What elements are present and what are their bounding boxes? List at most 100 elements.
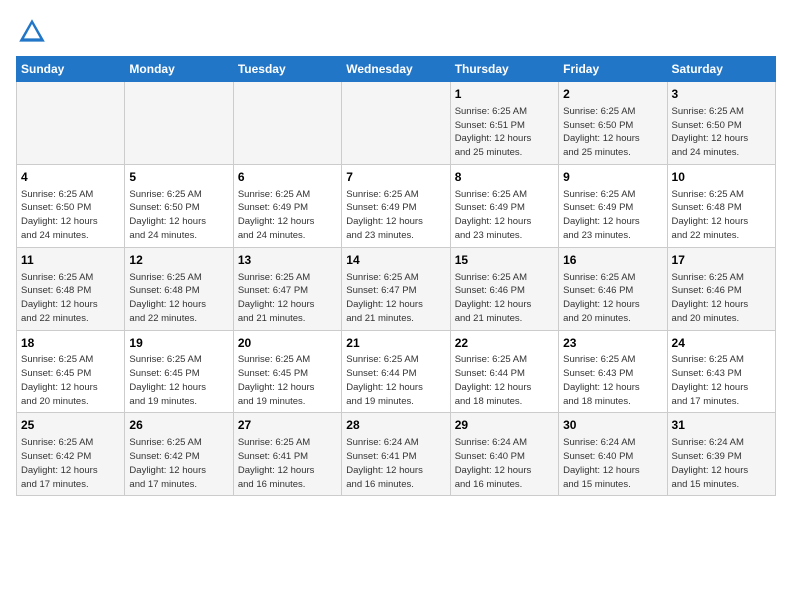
day-number: 3 [672,86,771,103]
calendar-cell: 13 Sunrise: 6:25 AM Sunset: 6:47 PM Dayli… [233,247,341,330]
day-number: 22 [455,335,554,352]
day-number: 14 [346,252,445,269]
day-info: Sunrise: 6:25 AM Sunset: 6:45 PM Dayligh… [238,353,337,408]
day-info: Sunrise: 6:25 AM Sunset: 6:49 PM Dayligh… [238,188,337,243]
day-number: 18 [21,335,120,352]
day-number: 29 [455,417,554,434]
day-info: Sunrise: 6:25 AM Sunset: 6:46 PM Dayligh… [455,271,554,326]
calendar-cell [17,82,125,165]
calendar-cell [233,82,341,165]
day-of-week-header: Sunday [17,57,125,82]
day-number: 10 [672,169,771,186]
day-number: 31 [672,417,771,434]
days-of-week-row: SundayMondayTuesdayWednesdayThursdayFrid… [17,57,776,82]
calendar-cell: 30Sunrise: 6:24 AM Sunset: 6:40 PM Dayli… [559,413,667,496]
day-number: 30 [563,417,662,434]
page-header [16,16,776,48]
day-of-week-header: Saturday [667,57,775,82]
day-of-week-header: Monday [125,57,233,82]
day-number: 26 [129,417,228,434]
day-info: Sunrise: 6:25 AM Sunset: 6:46 PM Dayligh… [563,271,662,326]
calendar-cell: 22Sunrise: 6:25 AM Sunset: 6:44 PM Dayli… [450,330,558,413]
calendar-cell: 31 Sunrise: 6:24 AM Sunset: 6:39 PM Dayli… [667,413,775,496]
day-number: 13 [238,252,337,269]
calendar-table: SundayMondayTuesdayWednesdayThursdayFrid… [16,56,776,496]
day-info: Sunrise: 6:25 AM Sunset: 6:43 PM Dayligh… [672,353,771,408]
calendar-cell: 29Sunrise: 6:24 AM Sunset: 6:40 PM Dayli… [450,413,558,496]
calendar-week-row: 4 Sunrise: 6:25 AM Sunset: 6:50 PM Daylig… [17,164,776,247]
day-info: Sunrise: 6:25 AM Sunset: 6:42 PM Dayligh… [129,436,228,491]
day-number: 11 [21,252,120,269]
calendar-cell: 17 Sunrise: 6:25 AM Sunset: 6:46 PM Dayli… [667,247,775,330]
day-number: 24 [672,335,771,352]
calendar-cell: 23Sunrise: 6:25 AM Sunset: 6:43 PM Dayli… [559,330,667,413]
day-number: 17 [672,252,771,269]
day-info: Sunrise: 6:25 AM Sunset: 6:48 PM Dayligh… [129,271,228,326]
day-number: 25 [21,417,120,434]
day-info: Sunrise: 6:25 AM Sunset: 6:48 PM Dayligh… [21,271,120,326]
day-number: 20 [238,335,337,352]
day-info: Sunrise: 6:25 AM Sunset: 6:44 PM Dayligh… [346,353,445,408]
calendar-week-row: 18 Sunrise: 6:25 AM Sunset: 6:45 PM Dayli… [17,330,776,413]
calendar-cell: 19Sunrise: 6:25 AM Sunset: 6:45 PM Dayli… [125,330,233,413]
calendar-cell: 7 Sunrise: 6:25 AM Sunset: 6:49 PM Daylig… [342,164,450,247]
day-number: 19 [129,335,228,352]
day-number: 1 [455,86,554,103]
day-number: 4 [21,169,120,186]
day-info: Sunrise: 6:25 AM Sunset: 6:50 PM Dayligh… [21,188,120,243]
day-number: 9 [563,169,662,186]
day-info: Sunrise: 6:25 AM Sunset: 6:49 PM Dayligh… [346,188,445,243]
logo [16,16,52,48]
calendar-cell [125,82,233,165]
day-number: 28 [346,417,445,434]
calendar-cell: 24Sunrise: 6:25 AM Sunset: 6:43 PM Dayli… [667,330,775,413]
calendar-cell: 11 Sunrise: 6:25 AM Sunset: 6:48 PM Dayli… [17,247,125,330]
calendar-cell: 21Sunrise: 6:25 AM Sunset: 6:44 PM Dayli… [342,330,450,413]
day-info: Sunrise: 6:25 AM Sunset: 6:47 PM Dayligh… [238,271,337,326]
calendar-cell: 9 Sunrise: 6:25 AM Sunset: 6:49 PM Daylig… [559,164,667,247]
day-info: Sunrise: 6:25 AM Sunset: 6:43 PM Dayligh… [563,353,662,408]
day-number: 12 [129,252,228,269]
calendar-cell: 25 Sunrise: 6:25 AM Sunset: 6:42 PM Dayli… [17,413,125,496]
calendar-cell: 8Sunrise: 6:25 AM Sunset: 6:49 PM Daylig… [450,164,558,247]
day-number: 5 [129,169,228,186]
day-number: 23 [563,335,662,352]
day-of-week-header: Tuesday [233,57,341,82]
calendar-cell [342,82,450,165]
day-info: Sunrise: 6:25 AM Sunset: 6:46 PM Dayligh… [672,271,771,326]
day-of-week-header: Wednesday [342,57,450,82]
day-number: 8 [455,169,554,186]
day-number: 2 [563,86,662,103]
day-info: Sunrise: 6:24 AM Sunset: 6:41 PM Dayligh… [346,436,445,491]
calendar-cell: 3 Sunrise: 6:25 AM Sunset: 6:50 PM Daylig… [667,82,775,165]
day-number: 16 [563,252,662,269]
day-info: Sunrise: 6:24 AM Sunset: 6:39 PM Dayligh… [672,436,771,491]
calendar-cell: 26 Sunrise: 6:25 AM Sunset: 6:42 PM Dayli… [125,413,233,496]
day-info: Sunrise: 6:25 AM Sunset: 6:42 PM Dayligh… [21,436,120,491]
day-info: Sunrise: 6:25 AM Sunset: 6:44 PM Dayligh… [455,353,554,408]
day-of-week-header: Thursday [450,57,558,82]
day-info: Sunrise: 6:25 AM Sunset: 6:49 PM Dayligh… [563,188,662,243]
day-info: Sunrise: 6:25 AM Sunset: 6:50 PM Dayligh… [563,105,662,160]
calendar-cell: 6 Sunrise: 6:25 AM Sunset: 6:49 PM Daylig… [233,164,341,247]
logo-icon [16,16,48,48]
calendar-cell: 4 Sunrise: 6:25 AM Sunset: 6:50 PM Daylig… [17,164,125,247]
day-number: 6 [238,169,337,186]
day-number: 15 [455,252,554,269]
calendar-cell: 10 Sunrise: 6:25 AM Sunset: 6:48 PM Dayli… [667,164,775,247]
day-number: 7 [346,169,445,186]
day-number: 27 [238,417,337,434]
calendar-cell: 14 Sunrise: 6:25 AM Sunset: 6:47 PM Dayli… [342,247,450,330]
calendar-cell: 20Sunrise: 6:25 AM Sunset: 6:45 PM Dayli… [233,330,341,413]
day-info: Sunrise: 6:25 AM Sunset: 6:51 PM Dayligh… [455,105,554,160]
calendar-cell: 28 Sunrise: 6:24 AM Sunset: 6:41 PM Dayli… [342,413,450,496]
day-of-week-header: Friday [559,57,667,82]
calendar-week-row: 1 Sunrise: 6:25 AM Sunset: 6:51 PM Daylig… [17,82,776,165]
calendar-cell: 27Sunrise: 6:25 AM Sunset: 6:41 PM Dayli… [233,413,341,496]
calendar-body: 1 Sunrise: 6:25 AM Sunset: 6:51 PM Daylig… [17,82,776,496]
day-info: Sunrise: 6:25 AM Sunset: 6:50 PM Dayligh… [672,105,771,160]
calendar-cell: 1 Sunrise: 6:25 AM Sunset: 6:51 PM Daylig… [450,82,558,165]
calendar-cell: 15 Sunrise: 6:25 AM Sunset: 6:46 PM Dayli… [450,247,558,330]
day-info: Sunrise: 6:25 AM Sunset: 6:48 PM Dayligh… [672,188,771,243]
day-info: Sunrise: 6:25 AM Sunset: 6:47 PM Dayligh… [346,271,445,326]
